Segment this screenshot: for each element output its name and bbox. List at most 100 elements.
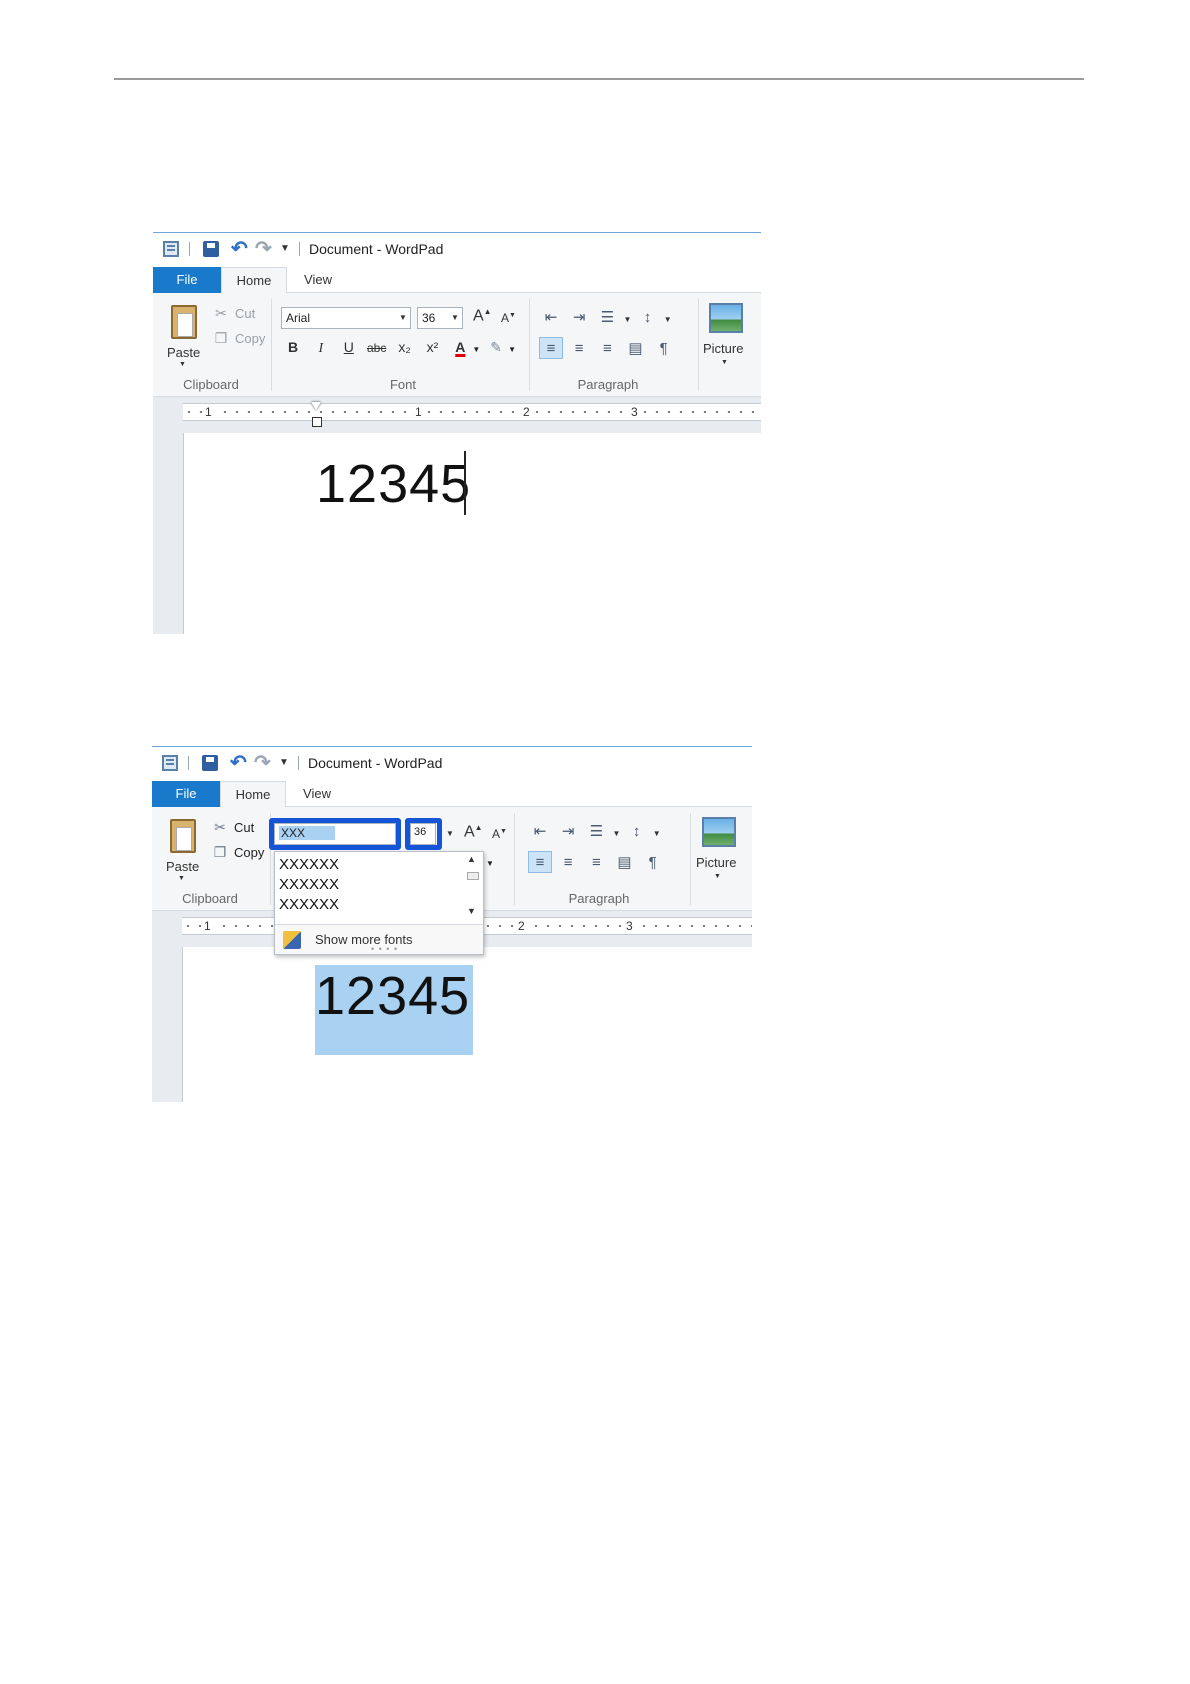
decrease-indent-icon[interactable]: ⇤ (528, 821, 552, 843)
align-right-icon[interactable]: ≡ (584, 852, 608, 874)
clipboard-group-label: Clipboard (183, 377, 239, 392)
ruler[interactable]: 1 1 2 3 (183, 403, 761, 427)
font-option[interactable]: XXXXXX (279, 856, 339, 873)
italic-button[interactable]: I (309, 341, 333, 357)
align-right-icon[interactable]: ≡ (595, 338, 619, 360)
decrease-indent-icon[interactable]: ⇤ (539, 307, 563, 329)
copy-button[interactable]: ❐ Copy (212, 844, 265, 861)
fonts-folder-icon (283, 931, 301, 949)
paragraph-group-label: Paragraph (577, 377, 639, 392)
wordpad-screenshot-2: ↶ ↷ ▼ Document - WordPad File Home View … (152, 746, 752, 1102)
shrink-font-icon[interactable]: A▼ (501, 311, 516, 325)
customize-toolbar-icon[interactable]: ▼ (279, 755, 295, 771)
document-page[interactable]: 12345 (183, 433, 761, 634)
paste-dropdown-icon[interactable]: ▼ (179, 361, 186, 368)
font-color-button[interactable]: A (448, 339, 472, 355)
copy-icon: ❐ (214, 330, 228, 346)
tab-view[interactable]: View (287, 267, 349, 293)
resize-grip-icon[interactable]: • • • • (371, 944, 398, 954)
justify-icon[interactable]: ▤ (624, 338, 648, 360)
redo-icon[interactable]: ↷ (255, 239, 272, 259)
paste-button[interactable]: Paste (166, 859, 199, 874)
shrink-font-icon[interactable]: A▼ (492, 827, 507, 841)
save-icon[interactable] (203, 241, 219, 257)
indent-marker-icon[interactable] (311, 402, 322, 427)
strikethrough-button[interactable]: abc (365, 341, 389, 355)
picture-icon[interactable] (709, 303, 743, 333)
ribbon: Paste ▼ ✂ Cut ❐ Copy Clipboard Arial ▼ 36 … (153, 293, 761, 397)
increase-indent-icon[interactable]: ⇥ (567, 307, 591, 329)
font-size-dropdown-icon[interactable]: ▼ (451, 313, 459, 322)
cut-button[interactable]: ✂ Cut (213, 305, 255, 322)
ruler-ticks (183, 411, 761, 413)
wordpad-app-icon[interactable] (163, 241, 179, 257)
paragraph-settings-icon[interactable]: ¶ (641, 852, 665, 874)
bullet-list-dropdown-icon[interactable]: ▼ (624, 315, 632, 324)
paste-icon[interactable] (171, 305, 197, 339)
align-left-icon[interactable]: ≡ (528, 851, 552, 873)
font-option[interactable]: XXXXXX (279, 896, 339, 913)
save-icon[interactable] (202, 755, 218, 771)
copy-icon: ❐ (213, 844, 227, 860)
cut-button[interactable]: ✂ Cut (212, 819, 254, 836)
wordpad-app-icon[interactable] (162, 755, 178, 771)
bullet-list-dropdown-icon[interactable]: ▼ (613, 829, 621, 838)
scroll-thumb[interactable] (467, 872, 479, 880)
increase-indent-icon[interactable]: ⇥ (556, 821, 580, 843)
font-group-label: Font (389, 377, 416, 392)
bullet-list-icon[interactable]: ☰ (584, 821, 608, 843)
tab-home[interactable]: Home (220, 781, 286, 808)
subscript-button[interactable]: x₂ (393, 339, 417, 355)
font-family-highlight-box (269, 818, 401, 850)
paragraph-settings-icon[interactable]: ¶ (652, 338, 676, 360)
line-spacing-dropdown-icon[interactable]: ▼ (653, 829, 661, 838)
picture-dropdown-icon[interactable]: ▼ (721, 359, 728, 366)
scroll-down-icon[interactable]: ▼ (467, 906, 476, 916)
paste-button[interactable]: Paste (167, 345, 200, 360)
picture-button[interactable]: Picture (703, 341, 743, 356)
grow-font-icon[interactable]: A▲ (464, 823, 483, 841)
line-spacing-icon[interactable]: ↕ (636, 307, 660, 329)
tab-file[interactable]: File (152, 781, 220, 807)
tab-home[interactable]: Home (221, 267, 287, 294)
line-spacing-dropdown-icon[interactable]: ▼ (664, 315, 672, 324)
ribbon-tabs: File Home View (152, 781, 752, 808)
scroll-up-icon[interactable]: ▲ (467, 854, 476, 864)
font-size-dropdown-icon[interactable]: ▼ (446, 829, 454, 838)
tab-view[interactable]: View (286, 781, 348, 807)
font-option[interactable]: XXXXXX (279, 876, 339, 893)
underline-button[interactable]: U (337, 339, 361, 355)
highlight-dropdown-icon[interactable]: ▼ (486, 859, 494, 868)
font-family-dropdown-icon[interactable]: ▼ (399, 313, 407, 322)
show-more-fonts-button[interactable]: Show more fonts • • • • (275, 924, 483, 954)
justify-icon[interactable]: ▤ (613, 852, 637, 874)
line-spacing-icon[interactable]: ↕ (625, 821, 649, 843)
superscript-button[interactable]: x² (420, 339, 444, 355)
tab-file[interactable]: File (153, 267, 221, 293)
ribbon-tabs: File Home View (153, 267, 761, 294)
align-left-icon[interactable]: ≡ (539, 337, 563, 359)
undo-icon[interactable]: ↶ (230, 753, 247, 773)
picture-button[interactable]: Picture (696, 855, 736, 870)
font-color-dropdown-icon[interactable]: ▼ (472, 345, 480, 354)
undo-icon[interactable]: ↶ (231, 239, 248, 259)
customize-toolbar-icon[interactable]: ▼ (280, 241, 296, 257)
paste-dropdown-icon[interactable]: ▼ (178, 875, 185, 882)
highlight-pen-icon[interactable]: ✎ (484, 339, 508, 356)
highlight-dropdown-icon[interactable]: ▼ (508, 345, 516, 354)
picture-icon[interactable] (702, 817, 736, 847)
bold-button[interactable]: B (281, 339, 305, 355)
redo-icon[interactable]: ↷ (254, 753, 271, 773)
picture-dropdown-icon[interactable]: ▼ (714, 873, 721, 880)
align-center-icon[interactable]: ≡ (556, 852, 580, 874)
copy-button[interactable]: ❐ Copy (213, 330, 266, 347)
grow-font-icon[interactable]: A▲ (473, 307, 492, 325)
paste-icon[interactable] (170, 819, 196, 853)
document-page[interactable]: 12345 (182, 947, 752, 1102)
font-family-box[interactable]: Arial (281, 307, 411, 329)
ruler-number: 1 (413, 405, 424, 419)
window-title: Document - WordPad (308, 755, 443, 771)
bullet-list-icon[interactable]: ☰ (595, 307, 619, 329)
align-center-icon[interactable]: ≡ (567, 338, 591, 360)
dropdown-scrollbar[interactable]: ▲ ▼ (465, 854, 481, 920)
